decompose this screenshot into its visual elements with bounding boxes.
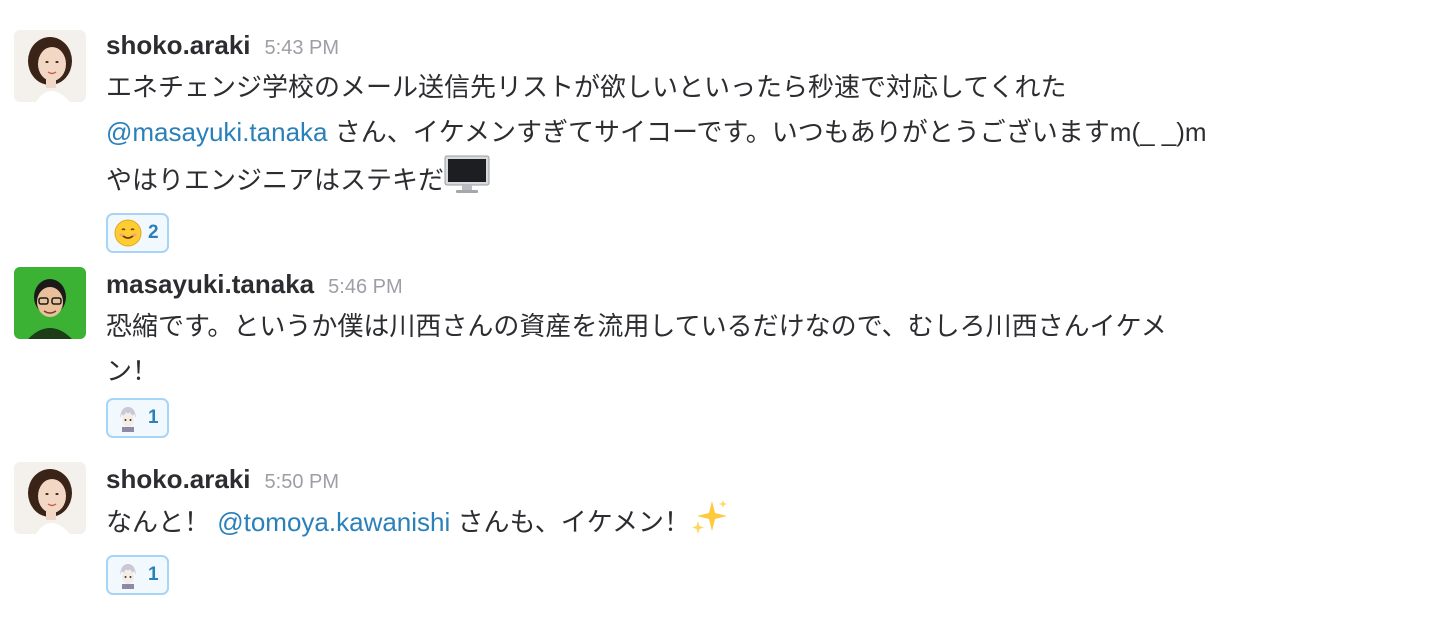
message-text-line: なんと！ @tomoya.kawanishi さんも、イケメン！	[106, 499, 1406, 551]
desktop-computer-icon	[444, 155, 490, 209]
reaction-button[interactable]: 2	[106, 213, 169, 253]
mention-link[interactable]: @masayuki.tanaka	[106, 117, 328, 147]
message-text: やはりエンジニアはステキだ	[106, 165, 445, 195]
username[interactable]: masayuki.tanaka	[106, 269, 314, 299]
message-text-line: @masayuki.tanaka さん、イケメンすぎてサイコーです。いつもありが…	[106, 110, 1406, 155]
reaction-count: 2	[148, 222, 159, 243]
reaction-count: 1	[148, 564, 159, 585]
timestamp[interactable]: 5:43 PM	[265, 37, 339, 59]
timestamp[interactable]: 5:46 PM	[328, 276, 402, 298]
custom-character-icon	[114, 404, 142, 432]
reaction-button[interactable]: 1	[106, 398, 169, 438]
avatar-image	[14, 267, 86, 339]
reaction-button[interactable]: 1	[106, 555, 169, 595]
sparkles-icon	[690, 499, 730, 551]
avatar-image	[14, 30, 86, 102]
timestamp[interactable]: 5:50 PM	[265, 471, 339, 493]
message-text-line: ン！	[106, 349, 1406, 394]
avatar-shoko-araki[interactable]	[14, 462, 86, 534]
avatar-shoko-araki[interactable]	[14, 30, 86, 102]
message-text: ン！	[106, 356, 159, 386]
username[interactable]: shoko.araki	[106, 464, 251, 494]
message-text-line: エネチェンジ学校のメール送信先リストが欲しいといったら秒速で対応してくれた	[106, 65, 1406, 110]
message-text: さんも、イケメン！	[450, 507, 690, 537]
avatar-masayuki-tanaka[interactable]	[14, 267, 86, 339]
message-text: 恐縮です。というか僕は川西さんの資産を流用しているだけなので、むしろ川西さんイケ…	[106, 311, 1167, 341]
mention-link[interactable]: @tomoya.kawanishi	[217, 507, 450, 537]
message-text: エネチェンジ学校のメール送信先リストが欲しいといったら秒速で対応してくれた	[106, 72, 1067, 102]
custom-character-icon	[114, 561, 142, 589]
reaction-count: 1	[148, 407, 159, 428]
message-text-line: やはりエンジニアはステキだ	[106, 155, 1406, 209]
message-text: さん、イケメンすぎてサイコーです。いつもありがとうございますm(_ _)m	[327, 117, 1207, 147]
smile-icon	[114, 219, 142, 247]
avatar-image	[14, 462, 86, 534]
message-text: なんと！	[106, 507, 218, 537]
username[interactable]: shoko.araki	[106, 30, 251, 60]
message-text-line: 恐縮です。というか僕は川西さんの資産を流用しているだけなので、むしろ川西さんイケ…	[106, 304, 1406, 349]
